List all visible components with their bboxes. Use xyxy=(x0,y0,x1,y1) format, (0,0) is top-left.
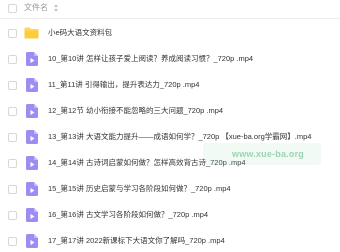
folder-row[interactable]: 小e码大语文资料包 xyxy=(0,20,340,46)
row-checkbox[interactable] xyxy=(8,185,17,194)
video-file-icon xyxy=(26,208,38,222)
file-row[interactable]: 11_第11讲 引得输出，提升表达力_720p .mp4 xyxy=(0,72,340,98)
file-name[interactable]: 15_第15讲 历史启蒙与学习各阶段如何做？_720p .mp4 xyxy=(48,184,231,194)
row-checkbox[interactable] xyxy=(8,159,17,168)
row-checkbox[interactable] xyxy=(8,81,17,90)
filename-column-header[interactable]: 文件名 xyxy=(24,3,48,13)
file-row[interactable]: 12_第12节 幼小衔接不能忽略的三大问题_720p .mp4 xyxy=(0,98,340,124)
video-file-icon xyxy=(26,182,38,196)
file-list-header: 文件名 xyxy=(0,0,340,19)
watermark-text: www.xue-ba.org xyxy=(232,149,304,159)
video-file-icon xyxy=(26,156,38,170)
row-checkbox[interactable] xyxy=(8,133,17,142)
file-name[interactable]: 10_第10讲 怎样让孩子爱上阅读？养成阅读习惯？_720p .mp4 xyxy=(48,54,253,64)
video-file-icon xyxy=(26,78,38,92)
select-all-checkbox[interactable] xyxy=(8,4,17,13)
file-name[interactable]: 13_第13讲 大语文能力提升——成语如何学？_720p 【xue-ba.org… xyxy=(48,132,311,142)
file-row[interactable]: 16_第16讲 古文学习各阶段如何做？_720p .mp4 xyxy=(0,202,340,228)
row-checkbox[interactable] xyxy=(8,107,17,116)
row-checkbox[interactable] xyxy=(8,237,17,246)
file-row[interactable]: 15_第15讲 历史启蒙与学习各阶段如何做？_720p .mp4 xyxy=(0,176,340,202)
file-name[interactable]: 11_第11讲 引得输出，提升表达力_720p .mp4 xyxy=(48,80,199,90)
row-checkbox[interactable] xyxy=(8,29,17,38)
folder-name[interactable]: 小e码大语文资料包 xyxy=(48,28,112,38)
folder-icon xyxy=(24,27,39,39)
video-file-icon xyxy=(26,104,38,118)
file-row[interactable]: 17_第17讲 2022新课标下大语文你了解吗_720p .mp4 xyxy=(0,228,340,252)
row-checkbox[interactable] xyxy=(8,211,17,220)
file-name[interactable]: 16_第16讲 古文学习各阶段如何做？_720p .mp4 xyxy=(48,210,208,220)
video-file-icon xyxy=(26,130,38,144)
file-name[interactable]: 12_第12节 幼小衔接不能忽略的三大问题_720p .mp4 xyxy=(48,106,223,116)
file-name[interactable]: 17_第17讲 2022新课标下大语文你了解吗_720p .mp4 xyxy=(48,236,225,246)
sort-arrows-icon[interactable] xyxy=(53,3,59,13)
video-file-icon xyxy=(26,234,38,248)
video-file-icon xyxy=(26,52,38,66)
file-list-page: 文件名 小e码大语文资料包 10_第10讲 怎样让孩子爱上阅读？养成阅读习惯？_7… xyxy=(0,0,340,252)
file-row[interactable]: 10_第10讲 怎样让孩子爱上阅读？养成阅读习惯？_720p .mp4 xyxy=(0,46,340,72)
row-checkbox[interactable] xyxy=(8,55,17,64)
